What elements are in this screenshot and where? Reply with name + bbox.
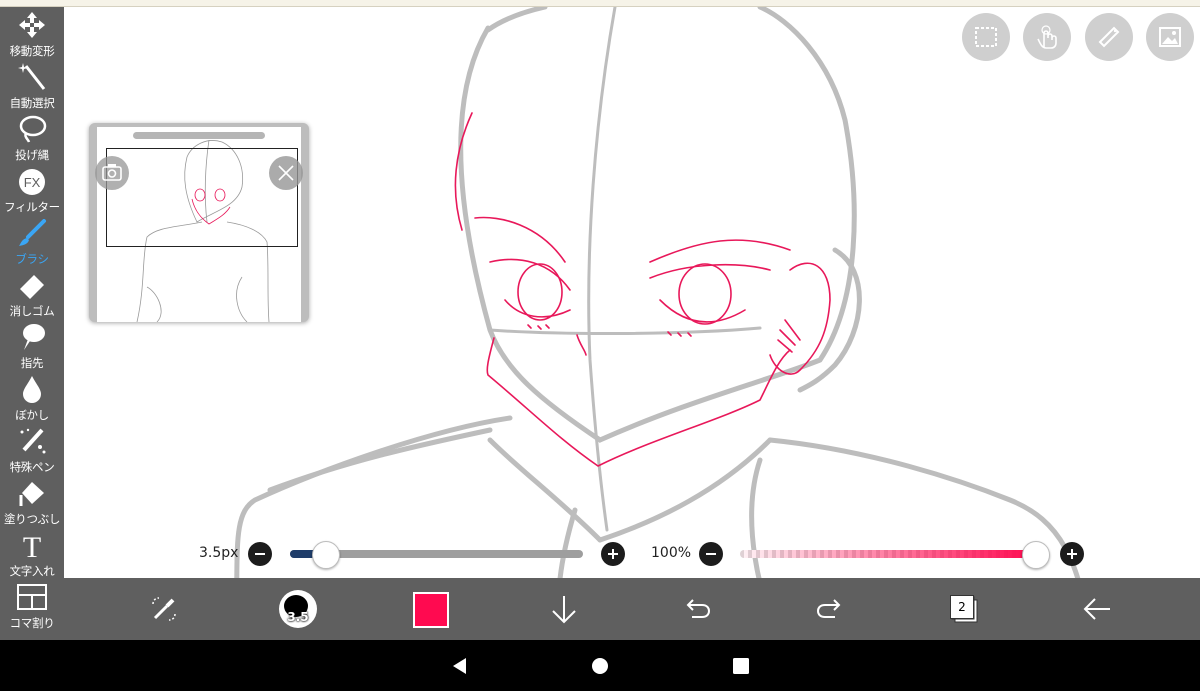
- hand-gesture-icon: [1037, 25, 1057, 49]
- tool-label: 自動選択: [9, 96, 55, 110]
- arrow-down-icon: [552, 596, 576, 624]
- undo-icon: [686, 599, 711, 618]
- top-status-strip: [0, 0, 1200, 7]
- ruler-button[interactable]: [1085, 13, 1133, 61]
- tool-fill[interactable]: 塗りつぶし: [0, 475, 64, 527]
- special-pen-icon: [20, 428, 46, 454]
- tool-label: 文字入れ: [9, 564, 55, 578]
- frame-divider-icon: [17, 584, 47, 610]
- navigator-close-button[interactable]: [269, 156, 303, 190]
- opacity-slider[interactable]: [740, 550, 1035, 558]
- selection-icon: [975, 27, 997, 47]
- layers-button[interactable]: 2: [934, 578, 994, 640]
- color-swatch-icon: [413, 592, 449, 628]
- brush-size-value: 3.5px: [199, 545, 239, 561]
- lasso-icon: [19, 115, 47, 143]
- tool-eraser[interactable]: 消しゴム: [0, 267, 64, 319]
- color-picker-button[interactable]: [400, 578, 460, 640]
- system-navigation-bar: [0, 640, 1200, 691]
- opacity-minus-button[interactable]: [699, 542, 723, 566]
- redo-icon: [816, 599, 841, 618]
- image-material-button[interactable]: [1146, 13, 1194, 61]
- opacity-plus-button[interactable]: [1060, 542, 1084, 566]
- recents-square-icon[interactable]: [731, 656, 751, 676]
- tool-blur[interactable]: ぼかし: [0, 371, 64, 423]
- tool-label: ぼかし: [15, 408, 49, 422]
- close-icon: [278, 165, 294, 181]
- tool-move-transform[interactable]: 移動変形: [0, 7, 64, 59]
- tool-lasso[interactable]: 投げ縄: [0, 111, 64, 163]
- tool-auto-select[interactable]: 自動選択: [0, 59, 64, 111]
- tool-label: 特殊ペン: [9, 460, 55, 474]
- left-toolbar: 移動変形 自動選択 投げ縄 FX フィルター ブラシ 消しゴム 指先 ぼかし 特…: [0, 7, 64, 640]
- hand-gesture-button[interactable]: [1023, 13, 1071, 61]
- opacity-knob[interactable]: [1022, 541, 1050, 569]
- brush-size-preview[interactable]: 3.5: [267, 578, 327, 640]
- save-download-button[interactable]: [534, 578, 594, 640]
- fill-bucket-icon: [19, 482, 44, 506]
- redo-button[interactable]: [800, 578, 860, 640]
- tool-finger[interactable]: 指先: [0, 319, 64, 371]
- tool-frame-divider[interactable]: コマ割り: [0, 579, 64, 631]
- tool-label: 消しゴム: [9, 304, 55, 318]
- back-triangle-icon[interactable]: [450, 656, 470, 676]
- magic-wand-icon: [18, 63, 46, 90]
- bottom-toolbar: 3.5 2: [64, 578, 1200, 640]
- navigator-camera-button[interactable]: [95, 156, 129, 190]
- brush-icon: [19, 219, 46, 246]
- blur-drop-icon: [23, 376, 41, 403]
- selection-button[interactable]: [962, 13, 1010, 61]
- layer-count: 2: [950, 595, 974, 619]
- navigator-panel[interactable]: [89, 123, 309, 322]
- image-material-icon: [1159, 27, 1181, 47]
- tool-label: 移動変形: [9, 44, 55, 58]
- brush-size-preview-value: 3.5: [287, 610, 309, 624]
- finger-smudge-icon: [23, 324, 45, 350]
- move-arrows-icon: [19, 12, 45, 38]
- text-t-icon: T: [23, 531, 41, 559]
- tool-filter[interactable]: FX フィルター: [0, 163, 64, 215]
- camera-icon: [102, 164, 122, 181]
- eraser-icon: [20, 275, 44, 299]
- svg-text:FX: FX: [24, 175, 41, 190]
- tool-label: フィルター: [4, 200, 60, 214]
- swap-tool-icon: [152, 597, 176, 621]
- fx-icon: FX: [19, 169, 45, 195]
- tool-label: ブラシ: [15, 252, 49, 266]
- brush-size-minus-button[interactable]: [248, 542, 272, 566]
- home-circle-icon[interactable]: [590, 656, 610, 676]
- back-button[interactable]: [1067, 578, 1127, 640]
- tool-text[interactable]: T 文字入れ: [0, 527, 64, 579]
- tool-label: 塗りつぶし: [3, 512, 61, 526]
- tool-special-pen[interactable]: 特殊ペン: [0, 423, 64, 475]
- tool-label: 指先: [20, 356, 44, 370]
- undo-button[interactable]: [667, 578, 727, 640]
- ruler-icon: [1098, 26, 1120, 48]
- back-arrow-icon: [1083, 598, 1110, 620]
- swap-tool-button[interactable]: [134, 578, 194, 640]
- opacity-value: 100%: [651, 545, 692, 561]
- tool-label: コマ割り: [9, 616, 55, 630]
- tool-label: 投げ縄: [15, 148, 49, 162]
- brush-size-knob[interactable]: [312, 541, 340, 569]
- brush-size-icon: 3.5: [279, 590, 317, 628]
- tool-brush[interactable]: ブラシ: [0, 215, 64, 267]
- brush-size-plus-button[interactable]: [601, 542, 625, 566]
- navigator-drag-handle[interactable]: [133, 132, 265, 139]
- svg-text:T: T: [23, 531, 41, 559]
